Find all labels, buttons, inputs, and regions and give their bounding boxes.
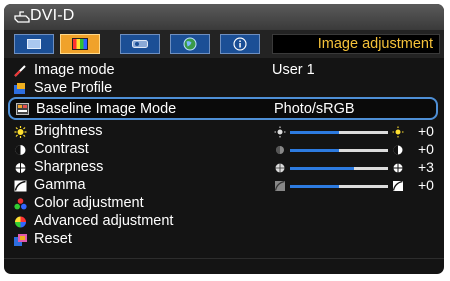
gamma-label: Gamma <box>34 177 86 193</box>
menu-item-advanced-adjustment[interactable]: Advanced adjustment <box>4 213 444 230</box>
brightness-high-icon <box>392 126 404 138</box>
image-mode-value: User 1 <box>272 62 315 78</box>
sharpness-low-icon <box>275 163 285 173</box>
image-tab-icon <box>27 39 41 49</box>
tab-network[interactable] <box>170 34 210 54</box>
gamma-high-icon <box>392 180 403 191</box>
save-profile-label: Save Profile <box>34 80 113 96</box>
menu-item-baseline-image-mode[interactable]: Baseline Image Mode Photo/sRGB <box>8 97 438 120</box>
reset-icon <box>14 234 27 246</box>
contrast-fill <box>290 149 339 152</box>
brightness-low-icon <box>274 126 286 138</box>
advanced-adjustment-label: Advanced adjustment <box>34 213 174 229</box>
image-mode-icon <box>14 65 26 77</box>
image-mode-label: Image mode <box>34 62 115 78</box>
color-adjustment-label: Color adjustment <box>34 195 144 211</box>
tab-info[interactable] <box>220 34 260 54</box>
sharpness-fill <box>290 167 354 170</box>
sharpness-track <box>290 167 388 170</box>
info-icon <box>233 37 247 51</box>
input-connector-icon <box>14 11 30 23</box>
gamma-low-icon <box>274 180 285 191</box>
contrast-icon <box>15 145 26 155</box>
color-bars-icon <box>72 38 88 50</box>
sharpness-value: +3 <box>418 159 434 175</box>
menu-item-image-mode[interactable]: Image mode User 1 <box>4 62 444 79</box>
globe-icon <box>183 37 197 51</box>
brightness-slider[interactable] <box>274 126 418 138</box>
title-bar: DVI-D <box>4 4 444 30</box>
gamma-value: +0 <box>418 177 434 193</box>
tab-image[interactable] <box>14 34 54 54</box>
projector-osd-menu: DVI-D Image adjustment Image mode User 1… <box>4 4 444 274</box>
brightness-sun-icon <box>14 126 27 138</box>
sharpness-high-icon <box>393 163 403 173</box>
brightness-fill <box>290 131 339 134</box>
contrast-value: +0 <box>418 141 434 157</box>
menu-item-color-adjustment[interactable]: Color adjustment <box>4 195 444 212</box>
tab-title-label: Image adjustment <box>272 34 440 54</box>
menu-item-contrast[interactable]: Contrast +0 <box>4 141 444 158</box>
sharpness-slider[interactable] <box>274 162 418 174</box>
contrast-high-icon <box>393 145 403 155</box>
contrast-low-icon <box>276 146 284 154</box>
tab-image-adjustment[interactable] <box>60 34 100 54</box>
gamma-track <box>290 185 388 188</box>
reset-label: Reset <box>34 231 72 247</box>
sharpness-icon <box>15 163 26 173</box>
contrast-track <box>290 149 388 152</box>
rgb-dots-icon <box>14 198 27 210</box>
menu-item-sharpness[interactable]: Sharpness +3 <box>4 159 444 176</box>
gamma-slider[interactable] <box>274 180 418 192</box>
input-source-title: DVI-D <box>30 7 75 24</box>
brightness-track <box>290 131 388 134</box>
sharpness-label: Sharpness <box>34 159 104 175</box>
brightness-value: +0 <box>418 123 434 139</box>
brightness-label: Brightness <box>34 123 103 139</box>
save-profile-icon <box>14 83 25 94</box>
projector-icon <box>132 40 148 48</box>
menu-item-gamma[interactable]: Gamma +0 <box>4 177 444 194</box>
contrast-label: Contrast <box>34 141 89 157</box>
baseline-image-mode-icon <box>16 103 29 115</box>
gamma-icon <box>14 180 27 192</box>
menu-item-reset[interactable]: Reset <box>4 231 444 248</box>
footer-divider <box>4 258 444 259</box>
color-wheel-icon <box>15 216 26 228</box>
baseline-image-mode-value: Photo/sRGB <box>274 101 355 117</box>
menu-item-brightness[interactable]: Brightness +0 <box>4 123 444 140</box>
gamma-fill <box>290 185 339 188</box>
menu-item-save-profile[interactable]: Save Profile <box>4 80 444 97</box>
contrast-slider[interactable] <box>274 144 418 156</box>
tab-setup[interactable] <box>120 34 160 54</box>
baseline-image-mode-label: Baseline Image Mode <box>36 101 177 117</box>
menu-tab-bar: Image adjustment <box>4 30 444 58</box>
